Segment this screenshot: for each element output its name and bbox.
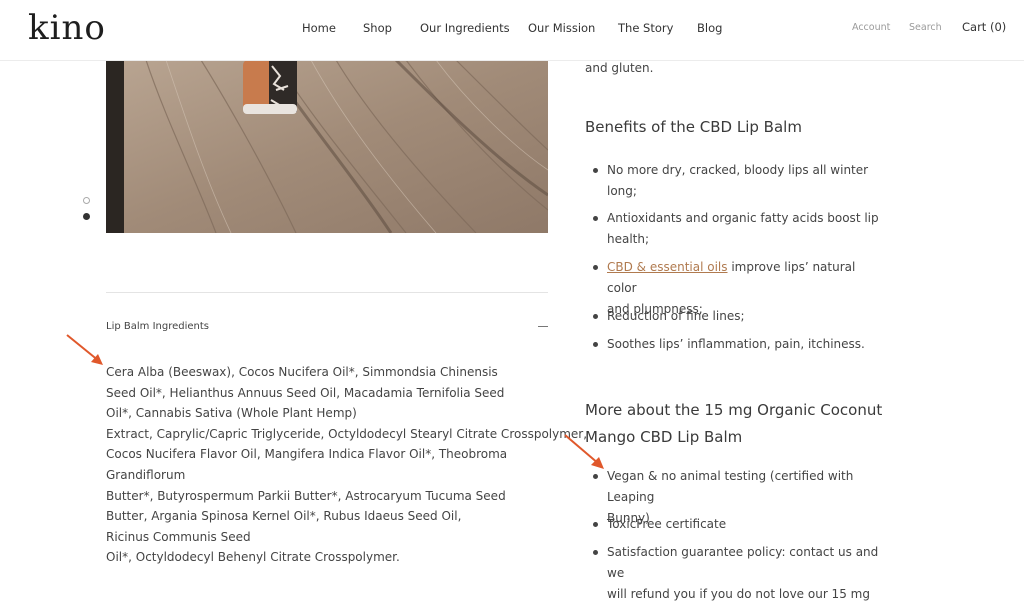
bullet-icon xyxy=(593,314,598,319)
search-link[interactable]: Search xyxy=(909,22,942,33)
list-item-text: health; xyxy=(607,232,650,246)
nav-blog[interactable]: Blog xyxy=(697,21,722,35)
product-photo xyxy=(106,60,548,233)
bullet-icon xyxy=(593,474,598,479)
bullet-icon xyxy=(593,342,598,347)
list-item-text: long; xyxy=(607,184,637,198)
bullet-icon xyxy=(593,265,598,270)
ingredients-line: Grandiflorum xyxy=(106,467,186,482)
more-about-heading: More about the 15 mg Organic Coconut Man… xyxy=(585,397,882,451)
benefits-heading: Benefits of the CBD Lip Balm xyxy=(585,118,802,136)
list-item-text: Vegan & no animal testing (certified wit… xyxy=(607,469,854,504)
list-item-text: Antioxidants and organic fatty acids boo… xyxy=(607,211,879,225)
collapse-minus-icon[interactable] xyxy=(538,326,548,327)
annotation-arrow-icon xyxy=(66,334,103,365)
nav-the-story[interactable]: The Story xyxy=(618,21,673,35)
bullet-icon xyxy=(593,216,598,221)
ingredients-line: Oil*, Octyldodecyl Behenyl Citrate Cross… xyxy=(106,550,400,565)
list-item-text: will refund you if you do not love our 1… xyxy=(607,587,870,601)
ingredients-line: Butter*, Butyrospermum Parkii Butter*, A… xyxy=(106,488,506,503)
ingredients-line: Butter, Argania Spinosa Kernel Oil*, Rub… xyxy=(106,509,462,524)
nav-our-ingredients[interactable]: Our Ingredients xyxy=(420,21,510,35)
list-item-text: ToxicFree certificate xyxy=(607,517,727,531)
bullet-icon xyxy=(593,550,598,555)
more-about-heading-line: Mango CBD Lip Balm xyxy=(585,428,743,446)
ingredients-line: Cera Alba (Beeswax), Cocos Nucifera Oil*… xyxy=(106,365,498,379)
description-fragment: and gluten. xyxy=(585,61,654,75)
ingredients-line: Oil*, Cannabis Sativa (Whole Plant Hemp) xyxy=(106,406,357,421)
cbd-essential-oils-link[interactable]: CBD & essential oils xyxy=(607,260,728,274)
cart-link[interactable]: Cart (0) xyxy=(962,20,1006,34)
more-about-heading-line: More about the 15 mg Organic Coconut xyxy=(585,401,883,419)
ingredients-text: Cera Alba (Beeswax), Cocos Nucifera Oil*… xyxy=(106,362,588,568)
ingredients-line: Ricinus Communis Seed xyxy=(106,529,251,544)
list-item-text: Reduction of fine lines; xyxy=(607,309,745,323)
annotation-arrow-icon xyxy=(564,434,604,469)
nav-home[interactable]: Home xyxy=(302,21,336,35)
gallery-dot-1[interactable] xyxy=(83,197,90,204)
brand-logo[interactable]: kino xyxy=(28,8,106,48)
list-item-text: No more dry, cracked, bloody lips all wi… xyxy=(607,163,869,177)
list-item-text: Soothes lips’ inflammation, pain, itchin… xyxy=(607,337,865,351)
ingredients-line: Cocos Nucifera Flavor Oil, Mangifera Ind… xyxy=(106,447,508,462)
ingredients-line: Seed Oil*, Helianthus Annuus Seed Oil, M… xyxy=(106,385,505,400)
bullet-icon xyxy=(593,168,598,173)
nav-shop[interactable]: Shop xyxy=(363,21,392,35)
accordion-title[interactable]: Lip Balm Ingredients xyxy=(106,321,209,332)
gallery-dot-2[interactable] xyxy=(83,213,90,220)
section-divider xyxy=(106,292,548,293)
wood-table-image xyxy=(106,60,548,233)
bullet-icon xyxy=(593,522,598,527)
list-item-text: Satisfaction guarantee policy: contact u… xyxy=(607,545,879,580)
site-header: kino Home Shop Our Ingredients Our Missi… xyxy=(0,0,1024,61)
nav-our-mission[interactable]: Our Mission xyxy=(528,21,595,35)
ingredients-line: Extract, Caprylic/Capric Triglyceride, O… xyxy=(106,426,588,441)
account-link[interactable]: Account xyxy=(852,22,890,33)
